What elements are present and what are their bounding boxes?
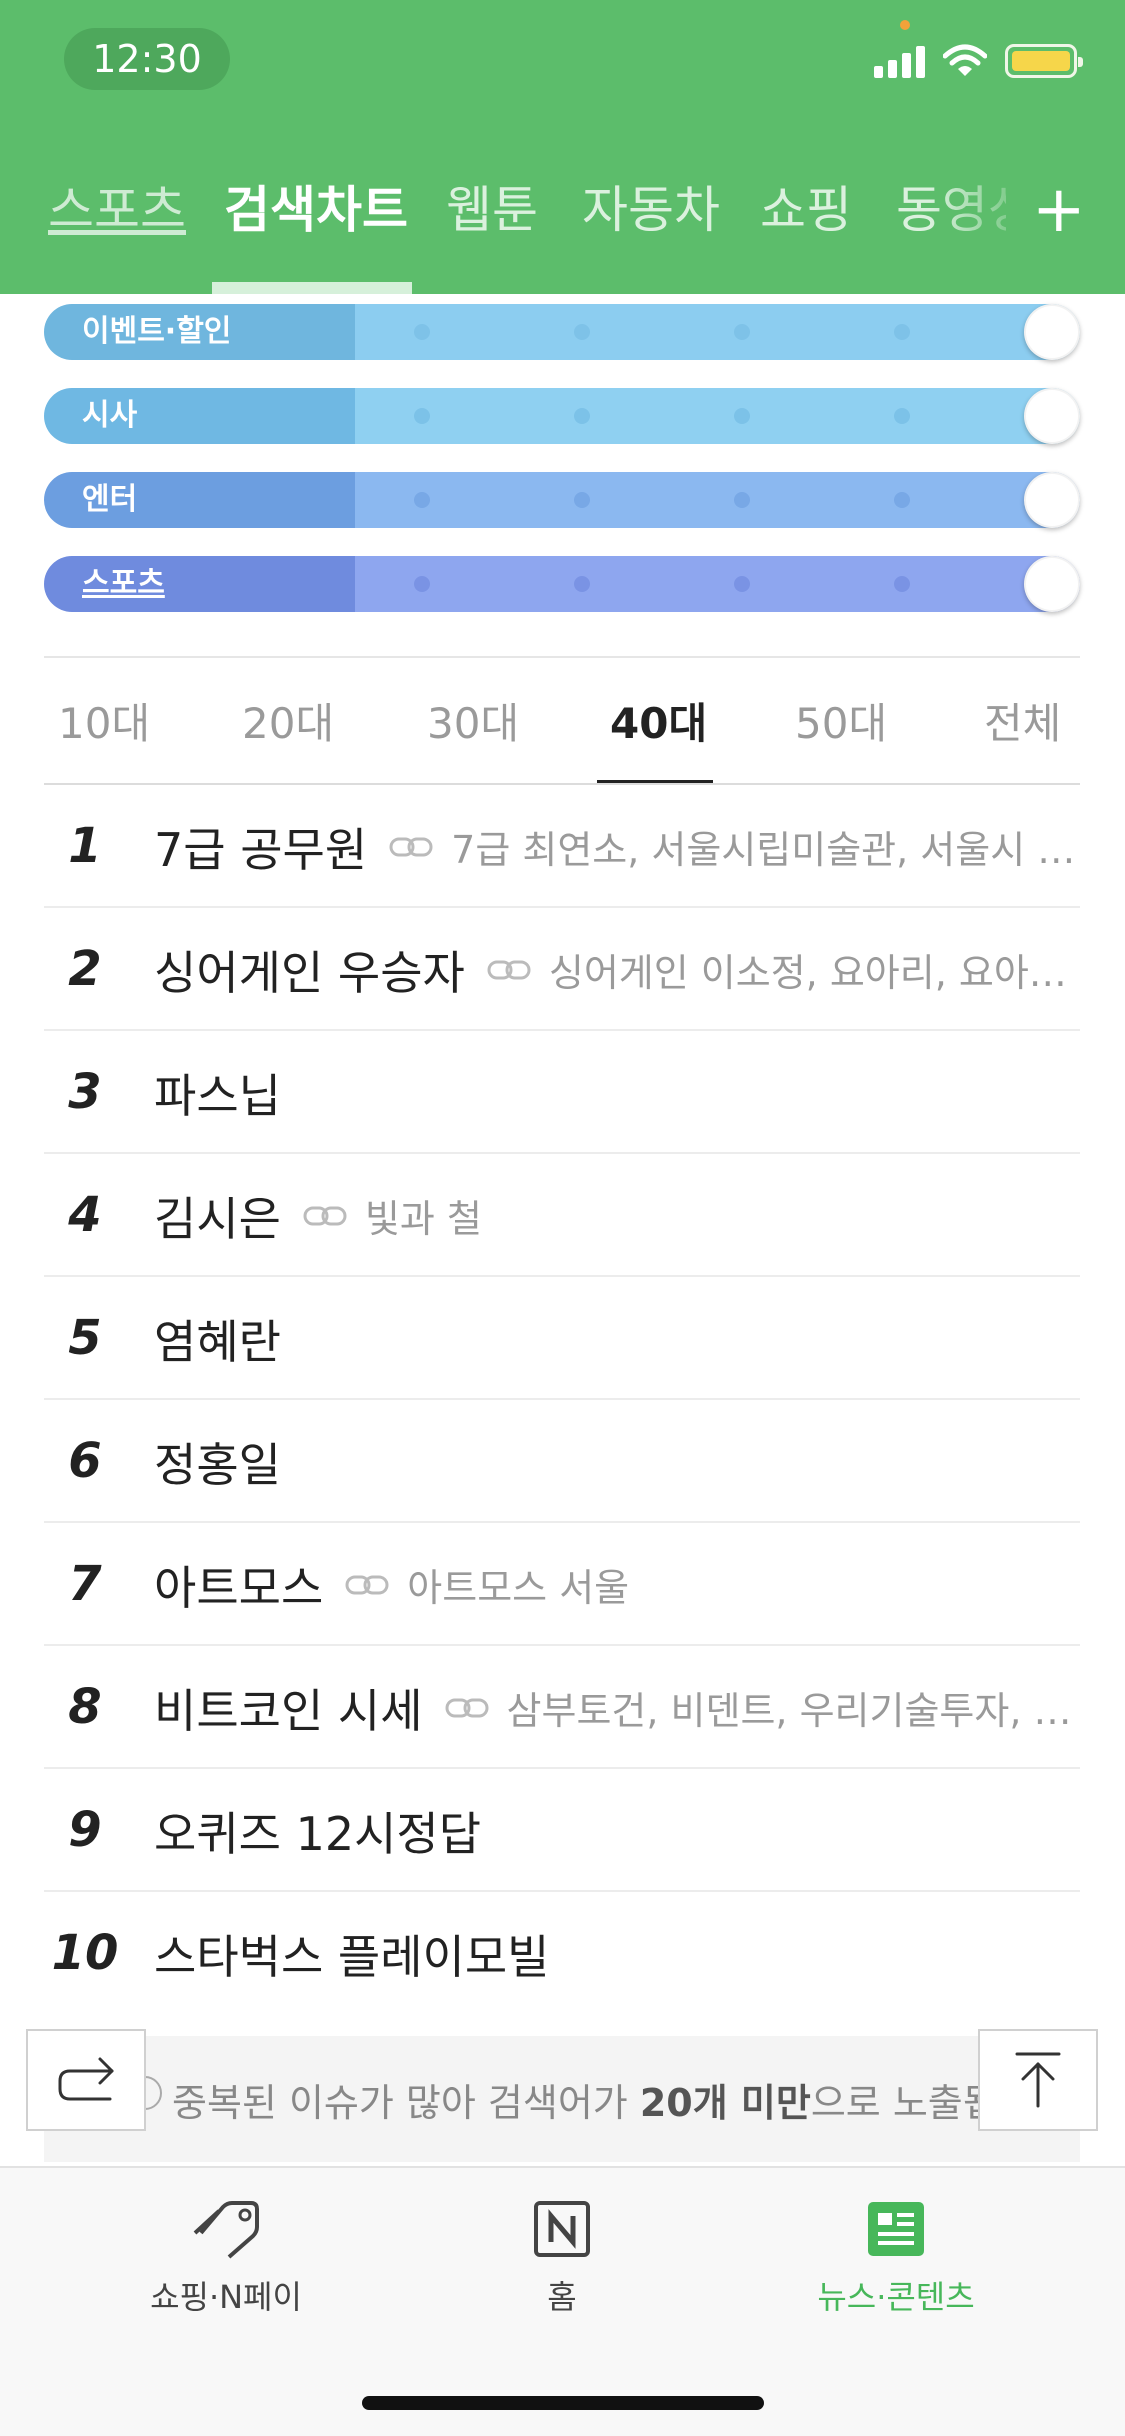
tab-shopping[interactable]: 쇼핑 [760, 170, 852, 242]
slider-knob[interactable] [1024, 388, 1080, 444]
topic-slider-event[interactable]: 이벤트·할인 [44, 304, 1080, 360]
link-icon [345, 1574, 389, 1596]
notice-banner: 중복된 이슈가 많아 검색어가 20개 미만으로 노출됩니다 [44, 2036, 1080, 2162]
slider-knob[interactable] [1024, 472, 1080, 528]
share-arrow-icon [58, 2057, 114, 2101]
topic-slider-label: 스포츠 [82, 566, 165, 601]
related-keywords[interactable]: 빛과 철 [365, 1188, 482, 1243]
tab-search-chart[interactable]: 검색차트 [224, 170, 408, 242]
rank-keyword[interactable]: 스타벅스 플레이모빌 [154, 1921, 550, 1987]
tab-sports[interactable]: 스포츠 [48, 170, 186, 242]
rank-number: 1 [68, 818, 102, 874]
news-icon [861, 2194, 931, 2264]
tag-icon [191, 2194, 261, 2264]
age-tab-40s[interactable]: 40대 [610, 690, 707, 751]
age-filter-tabs: 10대 20대 30대 40대 50대 전체 [44, 660, 1080, 784]
share-button[interactable] [26, 2029, 146, 2131]
link-icon [389, 836, 433, 858]
privacy-indicator-dot [900, 20, 910, 30]
ranking-row[interactable]: 5 염혜란 [44, 1277, 1080, 1400]
link-icon [487, 959, 531, 981]
nav-label: 쇼핑·N페이 [150, 2278, 302, 2316]
naver-n-icon [527, 2194, 597, 2264]
age-tab-all[interactable]: 전체 [984, 690, 1061, 751]
ranking-row[interactable]: 4 김시은 빛과 철 [44, 1154, 1080, 1277]
nav-news-content[interactable]: 뉴스·콘텐츠 [776, 2194, 1016, 2318]
slider-knob[interactable] [1024, 556, 1080, 612]
home-indicator[interactable] [362, 2396, 764, 2410]
top-header: 12:30 스포츠 검색차트 웹툰 자동차 쇼핑 동영상 + [0, 0, 1125, 294]
topic-slider-sports[interactable]: 스포츠 [44, 556, 1080, 612]
topic-slider-current-affairs[interactable]: 시사 [44, 388, 1080, 444]
rank-keyword[interactable]: 염혜란 [154, 1306, 281, 1372]
arrow-up-icon [1015, 2052, 1061, 2108]
nav-home[interactable]: 홈 [442, 2194, 682, 2318]
scroll-top-button[interactable] [978, 2029, 1098, 2131]
rank-keyword[interactable]: 싱어게인 우승자 [154, 937, 465, 1003]
topic-slider-label: 이벤트·할인 [82, 314, 232, 349]
notice-text-prefix: 중복된 이슈가 많아 검색어가 [172, 2081, 640, 2125]
topic-slider-label: 엔터 [82, 482, 138, 517]
ranking-row[interactable]: 6 정홍일 [44, 1400, 1080, 1523]
slider-step-dots [414, 492, 914, 508]
rank-number: 2 [68, 941, 102, 997]
rank-keyword[interactable]: 아트모스 [154, 1552, 323, 1618]
link-icon [445, 1697, 489, 1719]
notice-text: 중복된 이슈가 많아 검색어가 20개 미만으로 노출됩니다 [172, 2072, 1068, 2127]
rank-keyword[interactable]: 비트코인 시세 [154, 1675, 423, 1741]
related-keywords[interactable]: 7급 최연소, 서울시립미술관, 서울시 7급 ... [451, 819, 1080, 874]
ranking-row[interactable]: 7 아트모스 아트모스 서울 [44, 1523, 1080, 1646]
topic-slider-label: 시사 [82, 398, 138, 433]
related-keywords[interactable]: 싱어게인 이소정, 요아리, 요아리 ... [549, 942, 1080, 997]
rank-number: 10 [51, 1925, 119, 1981]
slider-step-dots [414, 324, 914, 340]
ranking-row[interactable]: 8 비트코인 시세 삼부토건, 비덴트, 우리기술투자, 메... [44, 1646, 1080, 1769]
cellular-signal-icon [874, 44, 925, 78]
slider-knob[interactable] [1024, 304, 1080, 360]
notice-text-bold: 20개 미만 [639, 2081, 811, 2125]
ranking-row[interactable]: 9 오퀴즈 12시정답 [44, 1769, 1080, 1892]
tab-webtoon[interactable]: 웹툰 [446, 170, 538, 242]
related-keywords[interactable]: 아트모스 서울 [407, 1557, 629, 1612]
rank-number: 8 [68, 1679, 102, 1735]
rank-keyword[interactable]: 오퀴즈 12시정답 [154, 1798, 481, 1864]
status-time: 12:30 [64, 28, 230, 90]
rank-keyword[interactable]: 파스닙 [154, 1060, 281, 1126]
age-tab-10s[interactable]: 10대 [58, 690, 150, 751]
related-keywords[interactable]: 삼부토건, 비덴트, 우리기술투자, 메... [507, 1680, 1080, 1735]
rank-number: 5 [68, 1310, 102, 1366]
wifi-icon [943, 44, 987, 76]
nav-label: 뉴스·콘텐츠 [817, 2278, 975, 2316]
rank-keyword[interactable]: 7급 공무원 [154, 814, 367, 880]
add-tab-button[interactable]: + [1032, 170, 1086, 250]
rank-number: 7 [68, 1556, 102, 1612]
status-icons [874, 44, 1083, 78]
nav-shopping-npay[interactable]: 쇼핑·N페이 [106, 2194, 346, 2318]
rank-keyword[interactable]: 정홍일 [154, 1429, 281, 1495]
rank-number: 4 [68, 1187, 102, 1243]
link-icon [303, 1205, 347, 1227]
tab-fade-overlay [930, 150, 1040, 260]
age-tab-50s[interactable]: 50대 [795, 690, 887, 751]
rank-number: 6 [68, 1433, 102, 1489]
rank-keyword[interactable]: 김시은 [154, 1183, 281, 1249]
age-tab-30s[interactable]: 30대 [427, 690, 519, 751]
ranking-row[interactable]: 3 파스닙 [44, 1031, 1080, 1154]
ranking-row[interactable]: 10 스타벅스 플레이모빌 [44, 1892, 1080, 2015]
ranking-row[interactable]: 1 7급 공무원 7급 최연소, 서울시립미술관, 서울시 7급 ... [44, 785, 1080, 908]
nav-label: 홈 [547, 2278, 577, 2316]
ranking-row[interactable]: 2 싱어게인 우승자 싱어게인 이소정, 요아리, 요아리 ... [44, 908, 1080, 1031]
rank-number: 3 [68, 1064, 102, 1120]
active-tab-indicator [212, 282, 412, 294]
section-divider [44, 656, 1080, 658]
topic-slider-entertainment[interactable]: 엔터 [44, 472, 1080, 528]
tab-car[interactable]: 자동차 [582, 170, 720, 242]
slider-step-dots [414, 576, 914, 592]
age-tab-20s[interactable]: 20대 [242, 690, 334, 751]
battery-icon [1005, 44, 1083, 78]
rank-number: 9 [68, 1802, 102, 1858]
slider-step-dots [414, 408, 914, 424]
